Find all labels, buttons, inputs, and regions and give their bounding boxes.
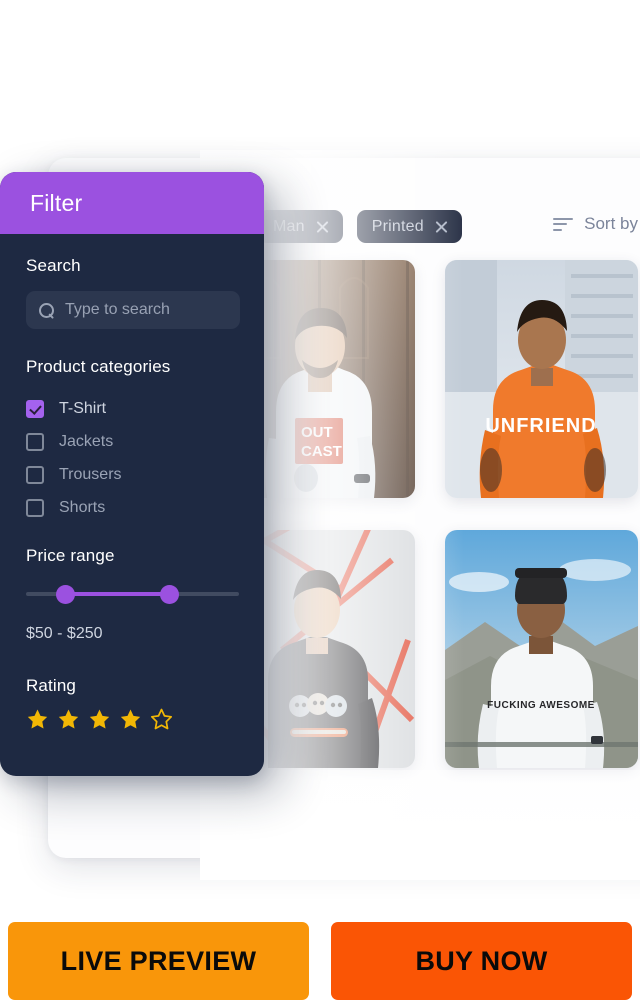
svg-text:UNFRIEND: UNFRIEND: [485, 415, 596, 437]
price-range-value: $50 - $250: [26, 625, 103, 642]
filter-panel-header: Filter: [0, 172, 264, 234]
search-placeholder: Type to search: [65, 301, 170, 318]
cta-button-row: LIVE PREVIEW BUY NOW: [0, 922, 640, 1000]
category-option-trousers[interactable]: Trousers: [26, 458, 240, 491]
price-range-label: Price range: [26, 546, 115, 565]
checkbox-icon[interactable]: [26, 498, 44, 517]
category-label: Shorts: [59, 498, 106, 516]
star-outline-icon[interactable]: [150, 708, 173, 731]
slider-selected-range: [64, 592, 169, 596]
product-categories-list: T-Shirt Jackets Trousers Shorts: [26, 392, 240, 524]
svg-text:CAST: CAST: [301, 443, 342, 460]
chip-label: Printed: [371, 217, 424, 235]
sort-by-label: Sort by: [584, 214, 638, 233]
search-section-label: Search: [26, 256, 81, 275]
filter-chip-man[interactable]: Man: [258, 210, 343, 243]
sort-icon: [553, 217, 574, 231]
category-option-tshirt[interactable]: T-Shirt: [26, 392, 240, 425]
product-image-awesome: FUCKING AWESOME: [445, 530, 638, 768]
page-title: Filter: [30, 189, 83, 216]
live-preview-button[interactable]: LIVE PREVIEW: [8, 922, 309, 1000]
slider-handle-max[interactable]: [160, 585, 179, 604]
rating-label: Rating: [26, 676, 77, 695]
screen-root: OUT CAST UNFRIEND FUCKING AWESOME Man Pr…: [0, 0, 640, 1000]
slider-handle-min[interactable]: [56, 585, 75, 604]
category-label: Jackets: [59, 432, 114, 450]
category-label: T-Shirt: [59, 399, 107, 417]
checkbox-icon[interactable]: [26, 432, 44, 451]
star-filled-icon[interactable]: [88, 708, 111, 731]
active-filter-chips: Man Printed: [258, 210, 462, 243]
product-tile[interactable]: UNFRIEND: [445, 260, 638, 498]
category-option-shorts[interactable]: Shorts: [26, 491, 240, 524]
star-filled-icon[interactable]: [57, 708, 80, 731]
product-image-unfriend: UNFRIEND: [445, 260, 638, 498]
filter-chip-printed[interactable]: Printed: [356, 210, 462, 243]
star-filled-icon[interactable]: [26, 708, 49, 731]
price-range-slider[interactable]: [26, 581, 240, 607]
rating-stars[interactable]: [26, 708, 240, 731]
checkbox-icon[interactable]: [26, 465, 44, 484]
checkbox-checked-icon[interactable]: [26, 399, 44, 418]
buy-now-button[interactable]: BUY NOW: [331, 922, 632, 1000]
category-label: Trousers: [59, 465, 122, 483]
chip-label: Man: [273, 217, 305, 235]
close-icon[interactable]: [434, 219, 449, 234]
filter-panel-body: Search Type to search Product categories…: [0, 234, 264, 731]
sort-by-control[interactable]: Sort by: [553, 214, 638, 234]
product-categories-label: Product categories: [26, 357, 171, 376]
search-icon: [39, 302, 54, 318]
search-input[interactable]: Type to search: [26, 291, 240, 329]
product-grid: OUT CAST UNFRIEND FUCKING AWESOME: [222, 260, 640, 768]
svg-text:OUT: OUT: [301, 424, 333, 441]
category-option-jackets[interactable]: Jackets: [26, 425, 240, 458]
product-tile[interactable]: FUCKING AWESOME: [445, 530, 638, 768]
filter-panel: Filter Search Type to search Product cat…: [0, 172, 264, 776]
svg-text:FUCKING AWESOME: FUCKING AWESOME: [487, 700, 595, 711]
star-filled-icon[interactable]: [119, 708, 142, 731]
close-icon[interactable]: [315, 219, 330, 234]
